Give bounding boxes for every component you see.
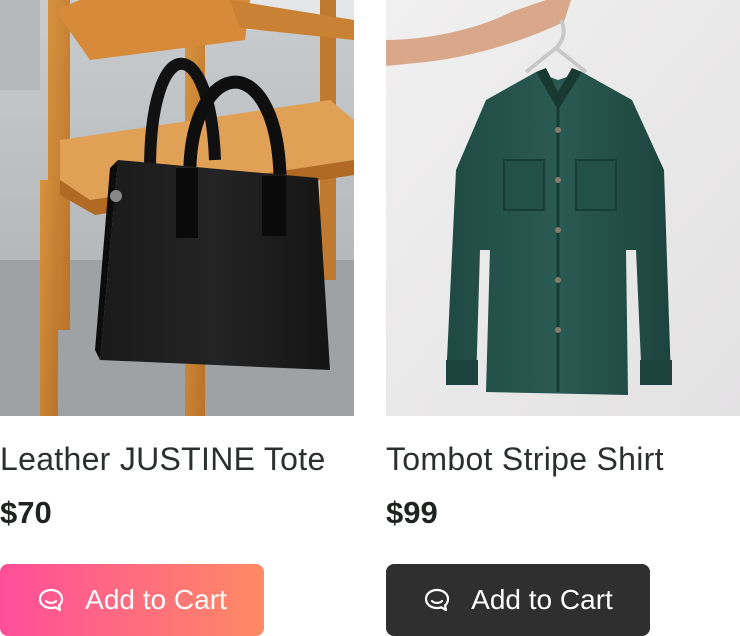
add-to-cart-button[interactable]: Add to Cart: [0, 564, 264, 636]
chat-bubble-icon: [423, 586, 451, 614]
product-price: $70: [0, 495, 52, 530]
product-price: $99: [386, 495, 438, 530]
product-title[interactable]: Tombot Stripe Shirt: [386, 440, 664, 478]
add-to-cart-label: Add to Cart: [85, 584, 227, 615]
product-image-shirt[interactable]: [386, 0, 740, 416]
chat-bubble-icon: [37, 586, 65, 614]
add-to-cart-button[interactable]: Add to Cart: [386, 564, 650, 636]
add-to-cart-label: Add to Cart: [471, 584, 613, 615]
product-card: Tombot Stripe Shirt $99 Add to Cart: [386, 0, 740, 636]
product-card: Leather JUSTINE Tote $70 Add to Cart: [0, 0, 354, 636]
product-grid: Leather JUSTINE Tote $70 Add to Cart Tom…: [0, 0, 740, 636]
product-image-tote[interactable]: [0, 0, 354, 416]
product-title[interactable]: Leather JUSTINE Tote: [0, 440, 326, 478]
